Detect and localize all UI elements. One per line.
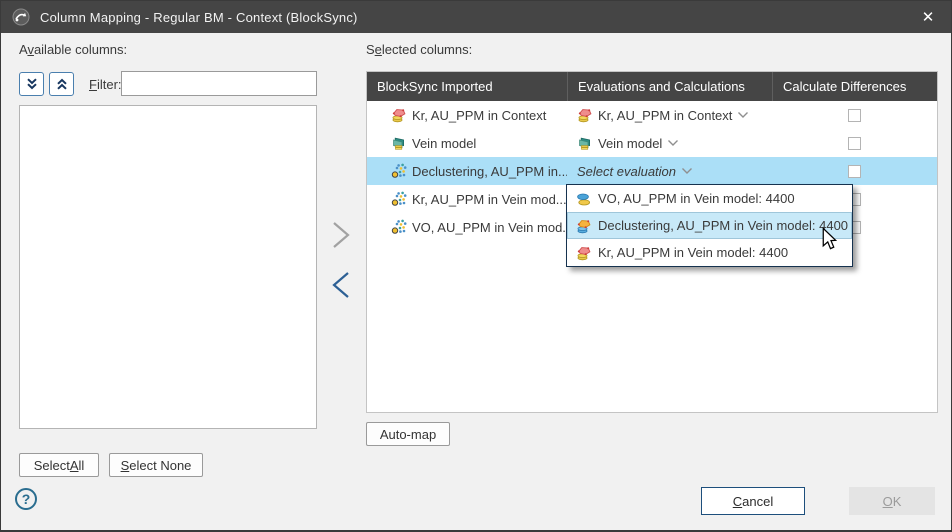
mouse-cursor	[822, 227, 837, 251]
calculate-differences-checkbox[interactable]	[848, 109, 861, 122]
move-all-down-button[interactable]	[19, 72, 44, 96]
help-button[interactable]: ?	[15, 488, 37, 510]
kriging-icon	[576, 245, 592, 261]
filter-label: Filter:	[89, 77, 122, 92]
dropdown-item-label: Declustering, AU_PPM in Vein model: 4400	[598, 218, 848, 233]
chevron-right-icon	[329, 219, 353, 251]
app-icon	[12, 8, 30, 26]
imported-label: Kr, AU_PPM in Vein mod...	[412, 192, 567, 207]
imported-label: Kr, AU_PPM in Context	[412, 108, 546, 123]
move-left-button[interactable]	[329, 269, 353, 301]
imported-label: VO, AU_PPM in Vein mod...	[412, 220, 567, 235]
table-row[interactable]: Kr, AU_PPM in Context Kr, AU_PPM in Conte…	[367, 101, 937, 129]
double-chevron-down-icon	[25, 77, 39, 91]
available-columns-label: Available columns:	[19, 42, 127, 57]
chevron-down-icon[interactable]	[667, 139, 679, 147]
close-button[interactable]: ✕	[905, 1, 951, 33]
header-evaluations: Evaluations and Calculations	[567, 72, 772, 101]
evaluation-dropdown-popup: VO, AU_PPM in Vein model: 4400 Declusteri…	[566, 184, 853, 267]
cancel-button[interactable]: Cancel	[701, 487, 805, 515]
cell-evaluation: Vein model	[567, 135, 772, 151]
double-chevron-up-icon	[55, 77, 69, 91]
calculate-differences-checkbox[interactable]	[848, 137, 861, 150]
dropdown-item-label: VO, AU_PPM in Vein model: 4400	[598, 191, 795, 206]
declustering-icon	[391, 191, 407, 207]
chevron-left-icon	[329, 269, 353, 301]
header-blocksync-imported: BlockSync Imported	[367, 72, 567, 101]
move-right-button[interactable]	[329, 219, 353, 251]
evaluation-label: Kr, AU_PPM in Context	[598, 108, 732, 123]
cell-blocksync-imported: VO, AU_PPM in Vein mod...	[367, 219, 567, 235]
dropdown-item-label: Kr, AU_PPM in Vein model: 4400	[598, 245, 788, 260]
declustering-icon	[391, 163, 407, 179]
kriging-icon	[391, 107, 407, 123]
table-row[interactable]: Declustering, AU_PPM in... Select evaluat…	[367, 157, 937, 185]
cell-evaluation: Kr, AU_PPM in Context	[567, 107, 772, 123]
chevron-down-icon[interactable]	[681, 167, 693, 175]
select-all-button[interactable]: Select All	[19, 453, 99, 477]
filter-input[interactable]	[121, 71, 317, 96]
evaluation-label: Select evaluation	[577, 164, 676, 179]
dropdown-item[interactable]: VO, AU_PPM in Vein model: 4400	[567, 185, 852, 212]
titlebar[interactable]: Column Mapping - Regular BM - Context (B…	[1, 1, 951, 33]
cell-calculate-differences	[772, 109, 937, 122]
table-row[interactable]: Vein model Vein model	[367, 129, 937, 157]
vein-model-icon	[577, 135, 593, 151]
kriging-icon	[577, 107, 593, 123]
imported-label: Vein model	[412, 136, 476, 151]
auto-map-button[interactable]: Auto-map	[366, 422, 450, 446]
column-mapping-dialog: Column Mapping - Regular BM - Context (B…	[0, 0, 952, 532]
ok-button[interactable]: OK	[849, 487, 935, 515]
calculate-differences-checkbox[interactable]	[848, 165, 861, 178]
table-header: BlockSync Imported Evaluations and Calcu…	[367, 72, 937, 101]
declustering-icon	[391, 219, 407, 235]
chevron-down-icon[interactable]	[737, 111, 749, 119]
header-calculate-differences: Calculate Differences	[772, 72, 937, 101]
help-icon: ?	[22, 491, 31, 507]
declustering-eval-icon	[576, 218, 592, 234]
evaluation-label: Vein model	[598, 136, 662, 151]
cell-blocksync-imported: Declustering, AU_PPM in...	[367, 163, 567, 179]
cell-calculate-differences	[772, 137, 937, 150]
cell-blocksync-imported: Kr, AU_PPM in Context	[367, 107, 567, 123]
move-all-up-button[interactable]	[49, 72, 74, 96]
select-none-button[interactable]: Select None	[109, 453, 203, 477]
cell-evaluation: Select evaluation	[567, 164, 772, 179]
dropdown-item[interactable]: Kr, AU_PPM in Vein model: 4400	[567, 239, 852, 266]
window-title: Column Mapping - Regular BM - Context (B…	[40, 10, 358, 25]
cell-calculate-differences	[772, 165, 937, 178]
selected-columns-label: Selected columns:	[366, 42, 472, 57]
vein-model-icon	[391, 135, 407, 151]
cell-blocksync-imported: Vein model	[367, 135, 567, 151]
available-columns-list[interactable]	[19, 105, 317, 429]
imported-label: Declustering, AU_PPM in...	[412, 164, 567, 179]
values-icon	[576, 191, 592, 207]
dropdown-item[interactable]: Declustering, AU_PPM in Vein model: 4400	[567, 212, 852, 239]
close-icon: ✕	[922, 8, 935, 26]
cell-blocksync-imported: Kr, AU_PPM in Vein mod...	[367, 191, 567, 207]
